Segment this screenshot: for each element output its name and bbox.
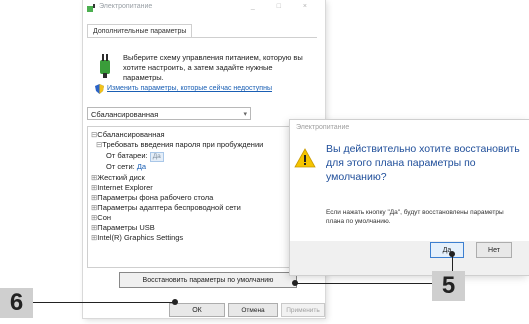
window-controls[interactable]: _ □ × [251, 3, 317, 10]
tree-item-on-ac: От сети: Да [106, 162, 147, 171]
callout-6-leader-line [33, 302, 175, 303]
tree-item[interactable]: ⊞Жесткий диск [91, 173, 145, 182]
power-scheme-value: Сбалансированная [91, 110, 159, 119]
on-battery-select[interactable]: Да [149, 152, 164, 162]
callout-step-6: 6 [0, 288, 33, 318]
cancel-button[interactable]: Отмена [228, 303, 278, 317]
warning-icon [294, 148, 316, 168]
callout-5-leader-line [296, 283, 432, 284]
power-plan-icon [100, 54, 110, 78]
power-scheme-select[interactable]: Сбалансированная ▾ [87, 107, 251, 120]
tree-item-root[interactable]: ⊟Сбалансированная [91, 130, 165, 139]
callout-step-5: 5 [432, 271, 465, 301]
tree-item[interactable]: ⊞Internet Explorer [91, 183, 153, 192]
confirm-dialog: Электропитание Вы действительно хотите в… [290, 120, 529, 275]
dialog-question: Вы действительно хотите восстановить для… [326, 143, 520, 183]
tab-divider [87, 37, 317, 38]
tab-advanced-settings[interactable]: Дополнительные параметры [87, 24, 193, 38]
intro-text: Выберите схему управления питанием, кото… [123, 53, 303, 82]
window-title: Электропитание [99, 3, 153, 10]
chevron-down-icon: ▾ [243, 111, 247, 118]
tree-item[interactable]: ⊞Параметры USB [91, 223, 155, 232]
uac-shield-icon [95, 84, 104, 94]
battery-plug-icon [87, 4, 95, 12]
tree-item-require-password[interactable]: ⊟Требовать введения пароля при пробужден… [96, 140, 263, 149]
tree-item[interactable]: ⊞Intel(R) Graphics Settings [91, 233, 183, 242]
tree-item[interactable]: ⊞Параметры адаптера беспроводной сети [91, 203, 241, 212]
callout-6-pointer-dot [172, 299, 178, 305]
power-options-window: Электропитание _ □ × Дополнительные пара… [83, 0, 325, 318]
tree-item[interactable]: ⊞Параметры фона рабочего стола [91, 193, 213, 202]
dialog-title: Электропитание [296, 124, 350, 131]
tree-item-on-battery: От батареи: Да [106, 151, 164, 162]
change-unavailable-settings-link[interactable]: Изменить параметры, которые сейчас недос… [107, 85, 272, 92]
ok-button[interactable]: ОК [169, 303, 225, 317]
restore-defaults-button[interactable]: Восстановить параметры по умолчанию [119, 272, 297, 288]
callout-5-pointer-dot [292, 280, 298, 286]
apply-button[interactable]: Применить [281, 303, 325, 317]
tree-item[interactable]: ⊞Сон [91, 213, 111, 222]
dialog-note: Если нажать кнопку "Да", будут восстанов… [326, 209, 504, 225]
yes-button[interactable]: Да [430, 242, 464, 258]
on-ac-value-link[interactable]: Да [137, 162, 146, 171]
callout-5-yes-pointer-dot [449, 251, 455, 257]
settings-tree[interactable]: ⊟Сбалансированная ⊟Требовать введения па… [87, 126, 319, 268]
no-button[interactable]: Нет [476, 242, 512, 258]
title-bar: Электропитание _ □ × [83, 0, 325, 17]
